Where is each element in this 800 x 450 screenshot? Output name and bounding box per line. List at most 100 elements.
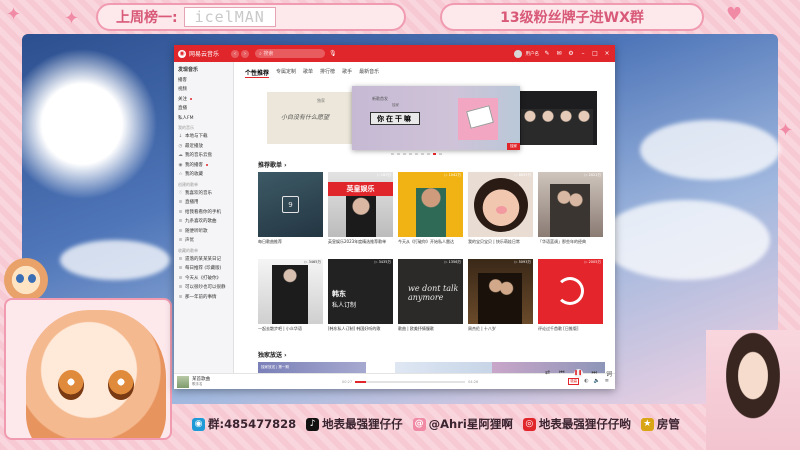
at-icon: @ bbox=[412, 417, 426, 431]
sidebar-item-playlist[interactable]: ≡ 声优 bbox=[174, 236, 233, 246]
playlist-cover[interactable]: ▷ 2021万 bbox=[538, 172, 603, 237]
playlist-card[interactable]: ▷ 3465万 一起去散步吧 | 小众华语 bbox=[258, 259, 323, 336]
playlist-title[interactable]: 一起去散步吧 | 小众华语 bbox=[258, 326, 323, 336]
tab-charts[interactable]: 排行榜 bbox=[320, 68, 335, 78]
banner-side-right[interactable] bbox=[515, 91, 597, 145]
sidebar-item-local[interactable]: ↓ 本地与下载 bbox=[174, 132, 233, 142]
skin-icon[interactable]: ✎ bbox=[543, 50, 551, 57]
banner-dot-active[interactable] bbox=[433, 153, 436, 155]
settings-icon[interactable]: ⚙ bbox=[567, 50, 575, 57]
sidebar-item-follow[interactable]: 关注 bbox=[174, 95, 233, 105]
playlist-title[interactable]: 英皇娱乐2023年度精选推荐歌单 bbox=[328, 239, 393, 249]
sidebar-item-my-podcast[interactable]: ◉ 我的播客 bbox=[174, 161, 233, 171]
sidebar-item-discover[interactable]: 发现音乐 bbox=[174, 66, 233, 76]
playlist-card[interactable]: ▷ 1042万 今天从《打破你》开始私人雷达 bbox=[398, 172, 463, 249]
playlist-title[interactable]: 歌曲 | 欧美抒情慢歌 bbox=[398, 326, 463, 336]
banner-dot[interactable] bbox=[397, 153, 400, 155]
playlist-cover[interactable]: 9 bbox=[258, 172, 323, 237]
banner-dot[interactable] bbox=[427, 153, 430, 155]
back-arrow-icon[interactable]: ‹ bbox=[231, 49, 240, 58]
playlist-title[interactable]: 今天从《打破你》开始私人雷达 bbox=[398, 239, 463, 249]
sidebar-item-collected[interactable]: ≡ 那一年前的事情 bbox=[174, 293, 233, 303]
playlist-card[interactable]: ▷ 2021万 「华语蓝调」那些年的经典 bbox=[538, 172, 603, 249]
section-title-playlists[interactable]: 推荐歌单 › bbox=[258, 160, 287, 169]
playlist-queue-icon[interactable]: ≣ bbox=[605, 378, 609, 385]
username[interactable]: 用户名 bbox=[526, 51, 540, 57]
playlist-card[interactable]: 9 每日歌曲推荐 bbox=[258, 172, 323, 249]
playlist-title[interactable]: 「华语蓝调」那些年的经典 bbox=[538, 239, 603, 249]
now-playing-artist[interactable]: 歌手名 bbox=[192, 382, 242, 387]
playlist-title[interactable]: 每日歌曲推荐 bbox=[258, 239, 323, 249]
banner-dot[interactable] bbox=[409, 153, 412, 155]
playlist-card[interactable]: ▷ 3435万 韩东 私人订制 [韩东私人订制] 韩国好听的歌 bbox=[328, 259, 393, 336]
sidebar-item-collected[interactable]: ≡ 可以很吵也可以很静 bbox=[174, 283, 233, 293]
playlist-title[interactable]: 评论过千首歌 [日推版] bbox=[538, 326, 603, 336]
banner-main[interactable]: 新歌首发 独家 你在干嘛 独家 bbox=[352, 86, 520, 150]
sidebar-item-playlist[interactable]: ≡ 直播用 bbox=[174, 198, 233, 208]
sidebar-item-fm[interactable]: 私人FM bbox=[174, 114, 233, 124]
notification-dot bbox=[190, 98, 192, 101]
tab-playlists[interactable]: 歌单 bbox=[303, 68, 313, 78]
sidebar-item-liked[interactable]: ♡ 我喜欢的音乐 bbox=[174, 189, 233, 199]
sidebar-item-cloud[interactable]: ☁ 我的音乐云盘 bbox=[174, 151, 233, 161]
section-title-exclusive[interactable]: 独家放送 › bbox=[258, 350, 287, 359]
banner-dot[interactable] bbox=[415, 153, 418, 155]
progress-bar[interactable]: ⇄ ⏮ ❚❚ ⏭ 词 bbox=[355, 368, 612, 383]
sidebar-item-video[interactable]: 视频 bbox=[174, 85, 233, 95]
playlist-cover[interactable]: ▷ 5093万 bbox=[468, 259, 533, 324]
sidebar-item-collected[interactable]: ≡ 遗落的某某某日记 bbox=[174, 255, 233, 265]
playlist-card[interactable]: ▷ 183万 英皇娱乐 英皇娱乐2023年度精选推荐歌单 bbox=[328, 172, 393, 249]
banner-dot[interactable] bbox=[403, 153, 406, 155]
sidebar-item-live[interactable]: 直播 bbox=[174, 104, 233, 114]
pause-button[interactable]: ❚❚ bbox=[573, 368, 583, 378]
tab-recommend[interactable]: 个性推荐 bbox=[245, 68, 270, 78]
sidebar-item-favorites[interactable]: ☆ 我的收藏 bbox=[174, 170, 233, 180]
shuffle-icon[interactable]: ⇄ bbox=[545, 369, 550, 378]
sidebar-item-playlist[interactable]: ≡ 给我看看你的手机 bbox=[174, 208, 233, 218]
maximize-icon[interactable]: □ bbox=[591, 50, 599, 57]
playlist-card[interactable]: ▷ 5093万 周杰伦 | 十八岁 bbox=[468, 259, 533, 336]
playlist-cover[interactable]: ▷ 183万 英皇娱乐 bbox=[328, 172, 393, 237]
playlist-title[interactable]: 我的宝贝宝贝 | 快乐萌娃日常 bbox=[468, 239, 533, 249]
playlist-cover[interactable]: ▷ 3435万 韩东 私人订制 bbox=[328, 259, 393, 324]
playlist-cover[interactable]: ▷ 1356万 we dont talk anymore bbox=[398, 259, 463, 324]
sidebar-item-podcast[interactable]: 播客 bbox=[174, 76, 233, 86]
playlist-cover[interactable]: ▷ 2005万 bbox=[538, 259, 603, 324]
playlist-title[interactable]: 周杰伦 | 十八岁 bbox=[468, 326, 533, 336]
close-icon[interactable]: × bbox=[603, 50, 611, 57]
cloud-decoration bbox=[600, 200, 770, 280]
mic-icon[interactable]: 🎙 bbox=[329, 50, 337, 57]
playlist-card[interactable]: ▷ 8855万 我的宝贝宝贝 | 快乐萌娃日常 bbox=[468, 172, 533, 249]
playlist-title[interactable]: [韩东私人订制] 韩国好听的歌 bbox=[328, 326, 393, 336]
user-avatar[interactable] bbox=[513, 49, 522, 58]
playlist-card[interactable]: ▷ 2005万 评论过千首歌 [日推版] bbox=[538, 259, 603, 336]
lyrics-icon[interactable]: 词 bbox=[606, 369, 612, 378]
now-playing-cover[interactable] bbox=[177, 375, 189, 388]
playlist-cover[interactable]: ▷ 1042万 bbox=[398, 172, 463, 237]
mail-icon[interactable]: ✉ bbox=[555, 50, 563, 57]
forward-arrow-icon[interactable]: › bbox=[241, 49, 250, 58]
tab-custom[interactable]: 专属定制 bbox=[276, 68, 296, 78]
social-bilibili: @ @Ahri星阿狸啊 bbox=[412, 416, 513, 432]
sidebar-item-recent[interactable]: ◷ 最近播放 bbox=[174, 142, 233, 152]
sidebar-item-label: 声优 bbox=[185, 238, 194, 243]
previous-icon[interactable]: ⏮ bbox=[559, 369, 564, 378]
quality-badge[interactable]: 极高 bbox=[568, 378, 580, 385]
sound-effect-icon[interactable]: ◐ bbox=[584, 378, 588, 385]
playlist-cover[interactable]: ▷ 8855万 bbox=[468, 172, 533, 237]
minimize-icon[interactable]: – bbox=[579, 50, 587, 57]
sidebar-item-playlist[interactable]: ≡ 九条喜欢的歌曲 bbox=[174, 217, 233, 227]
sidebar-item-collected[interactable]: ≡ 每日推荐 (珍藏版) bbox=[174, 264, 233, 274]
banner-dot[interactable] bbox=[439, 153, 442, 155]
playlist-card[interactable]: ▷ 1356万 we dont talk anymore 歌曲 | 欧美抒情慢歌 bbox=[398, 259, 463, 336]
banner-dot[interactable] bbox=[421, 153, 424, 155]
next-icon[interactable]: ⏭ bbox=[592, 369, 597, 378]
tab-artists[interactable]: 歌手 bbox=[342, 68, 352, 78]
playlist-cover[interactable]: ▷ 3465万 bbox=[258, 259, 323, 324]
sidebar-item-playlist[interactable]: ≡ 随便听听歌 bbox=[174, 227, 233, 237]
sidebar-item-collected[interactable]: ≡ 今天从《打破你》 bbox=[174, 274, 233, 284]
tab-new-music[interactable]: 最新音乐 bbox=[359, 68, 379, 78]
volume-icon[interactable]: 🔈 bbox=[594, 378, 600, 385]
banner-dot[interactable] bbox=[391, 153, 394, 155]
search-input[interactable]: ⌕ 搜索 bbox=[255, 49, 326, 58]
